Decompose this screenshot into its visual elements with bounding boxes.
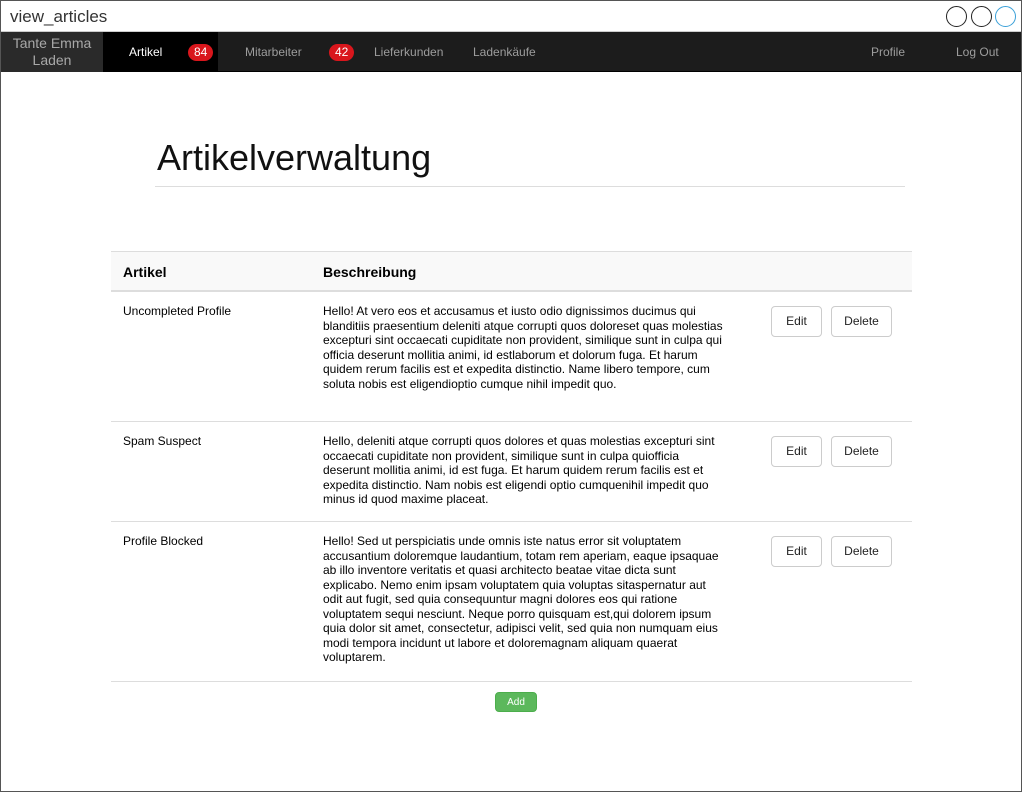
- delete-button[interactable]: Delete: [831, 436, 892, 467]
- table-row: Profile Blocked Hello! Sed ut perspiciat…: [111, 522, 912, 682]
- nav-item-logout[interactable]: Log Out: [956, 32, 999, 72]
- delete-button[interactable]: Delete: [831, 536, 892, 567]
- nav-item-profile[interactable]: Profile: [871, 32, 905, 72]
- nav-item-label: Mitarbeiter: [245, 45, 302, 59]
- brand-logo[interactable]: Tante Emma Laden: [1, 32, 103, 72]
- mitarbeiter-count-badge: 42: [329, 44, 355, 61]
- maximize-icon[interactable]: [971, 6, 992, 27]
- nav-item-label: Artikel: [129, 45, 163, 59]
- nav-item-ladenkaeufe[interactable]: Ladenkäufe: [473, 32, 536, 72]
- nav-item-artikel[interactable]: Artikel 84: [103, 32, 218, 72]
- articles-table: Artikel Beschreibung Uncompleted Profile…: [111, 251, 912, 682]
- close-icon[interactable]: [995, 6, 1016, 27]
- table-row: Spam Suspect Hello, deleniti atque corru…: [111, 422, 912, 522]
- table-row: Uncompleted Profile Hello! At vero eos e…: [111, 292, 912, 422]
- edit-button[interactable]: Edit: [771, 306, 822, 337]
- column-header-artikel: Artikel: [123, 264, 167, 280]
- divider: [155, 186, 905, 187]
- nav-item-mitarbeiter[interactable]: Mitarbeiter 42: [245, 32, 357, 72]
- minimize-icon[interactable]: [946, 6, 967, 27]
- title-bar: view_articles: [1, 1, 1021, 32]
- navbar: Tante Emma Laden Artikel 84 Mitarbeiter …: [1, 32, 1021, 72]
- artikel-count-badge: 84: [188, 44, 214, 61]
- delete-button[interactable]: Delete: [831, 306, 892, 337]
- edit-button[interactable]: Edit: [771, 436, 822, 467]
- article-description: Hello, deleniti atque corrupti quos dolo…: [323, 434, 715, 506]
- window-title: view_articles: [10, 7, 108, 26]
- app-window: view_articles Tante Emma Laden Artikel 8…: [0, 0, 1022, 792]
- article-description: Hello! Sed ut perspiciatis unde omnis is…: [323, 534, 719, 664]
- table-header: Artikel Beschreibung: [111, 251, 912, 292]
- nav-item-lieferkunden[interactable]: Lieferkunden: [374, 32, 443, 72]
- column-header-beschreibung: Beschreibung: [323, 264, 417, 280]
- article-name: Profile Blocked: [123, 534, 204, 548]
- article-name: Uncompleted Profile: [123, 304, 232, 318]
- add-article-button[interactable]: Add: [495, 692, 537, 712]
- page-title: Artikelverwaltung: [157, 137, 432, 178]
- article-name: Spam Suspect: [123, 434, 202, 448]
- article-description: Hello! At vero eos et accusamus et iusto…: [323, 304, 723, 391]
- edit-button[interactable]: Edit: [771, 536, 822, 567]
